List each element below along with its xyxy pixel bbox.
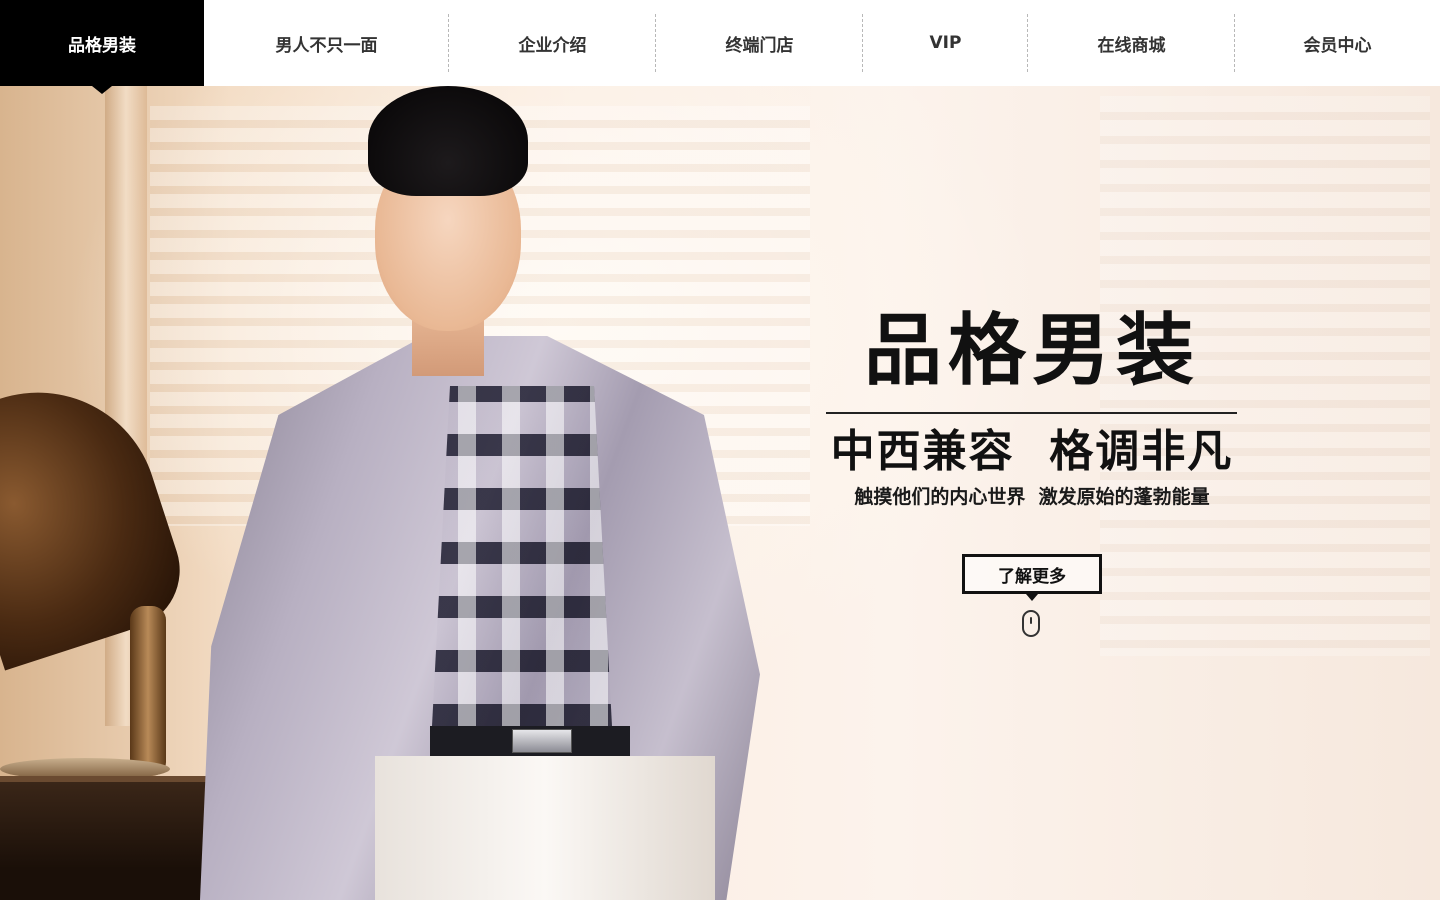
model-pants [375,756,715,900]
mouse-wheel [1030,617,1032,624]
learn-more-button[interactable]: 了解更多 [962,554,1102,601]
active-indicator [92,86,112,94]
model-belt-buckle [512,729,572,753]
nav-item-vip[interactable]: VIP [863,0,1028,86]
mouse-scroll-icon[interactable] [1022,610,1040,637]
nav-item-company-intro[interactable]: 企业介绍 [449,0,656,86]
model-hair [368,86,528,196]
hero-title: 品格男装 [863,305,1200,396]
button-pointer [1026,594,1038,601]
nav-item-label: 男人不只一面 [275,35,378,56]
nav-item-label: 会员中心 [1303,35,1372,56]
nav-item-member-center[interactable]: 会员中心 [1235,0,1440,86]
nav-item-label: 在线商城 [1097,35,1166,56]
nav-item-label: 终端门店 [725,35,794,56]
hero-banner: 品格男装 中西兼容 格调非凡 触摸他们的内心世界 激发原始的蓬勃能量 了解更多 [0,86,1440,900]
nav-item-label: VIP [929,33,962,53]
nav-home-brand[interactable]: 品格男装 [0,0,204,94]
model-shirt-stripes [432,386,612,726]
model-photo [180,86,800,900]
hero-subtitle: 中西兼容 格调非凡 [830,426,1234,477]
nav-item-online-store[interactable]: 在线商城 [1028,0,1235,86]
hero-divider [826,412,1237,414]
gramophone-neck [130,606,166,776]
nav-item-label: 企业介绍 [518,35,587,56]
nav-item-stores[interactable]: 终端门店 [656,0,863,86]
brand-label: 品格男装 [68,35,136,56]
learn-more-label: 了解更多 [998,566,1066,587]
nav-item-men-many-sides[interactable]: 男人不只一面 [204,0,449,86]
top-navigation: 品格男装 男人不只一面 企业介绍 终端门店 VIP 在线商城 会员中心 [0,0,1440,94]
hero-tagline: 触摸他们的内心世界 激发原始的蓬勃能量 [854,486,1210,508]
